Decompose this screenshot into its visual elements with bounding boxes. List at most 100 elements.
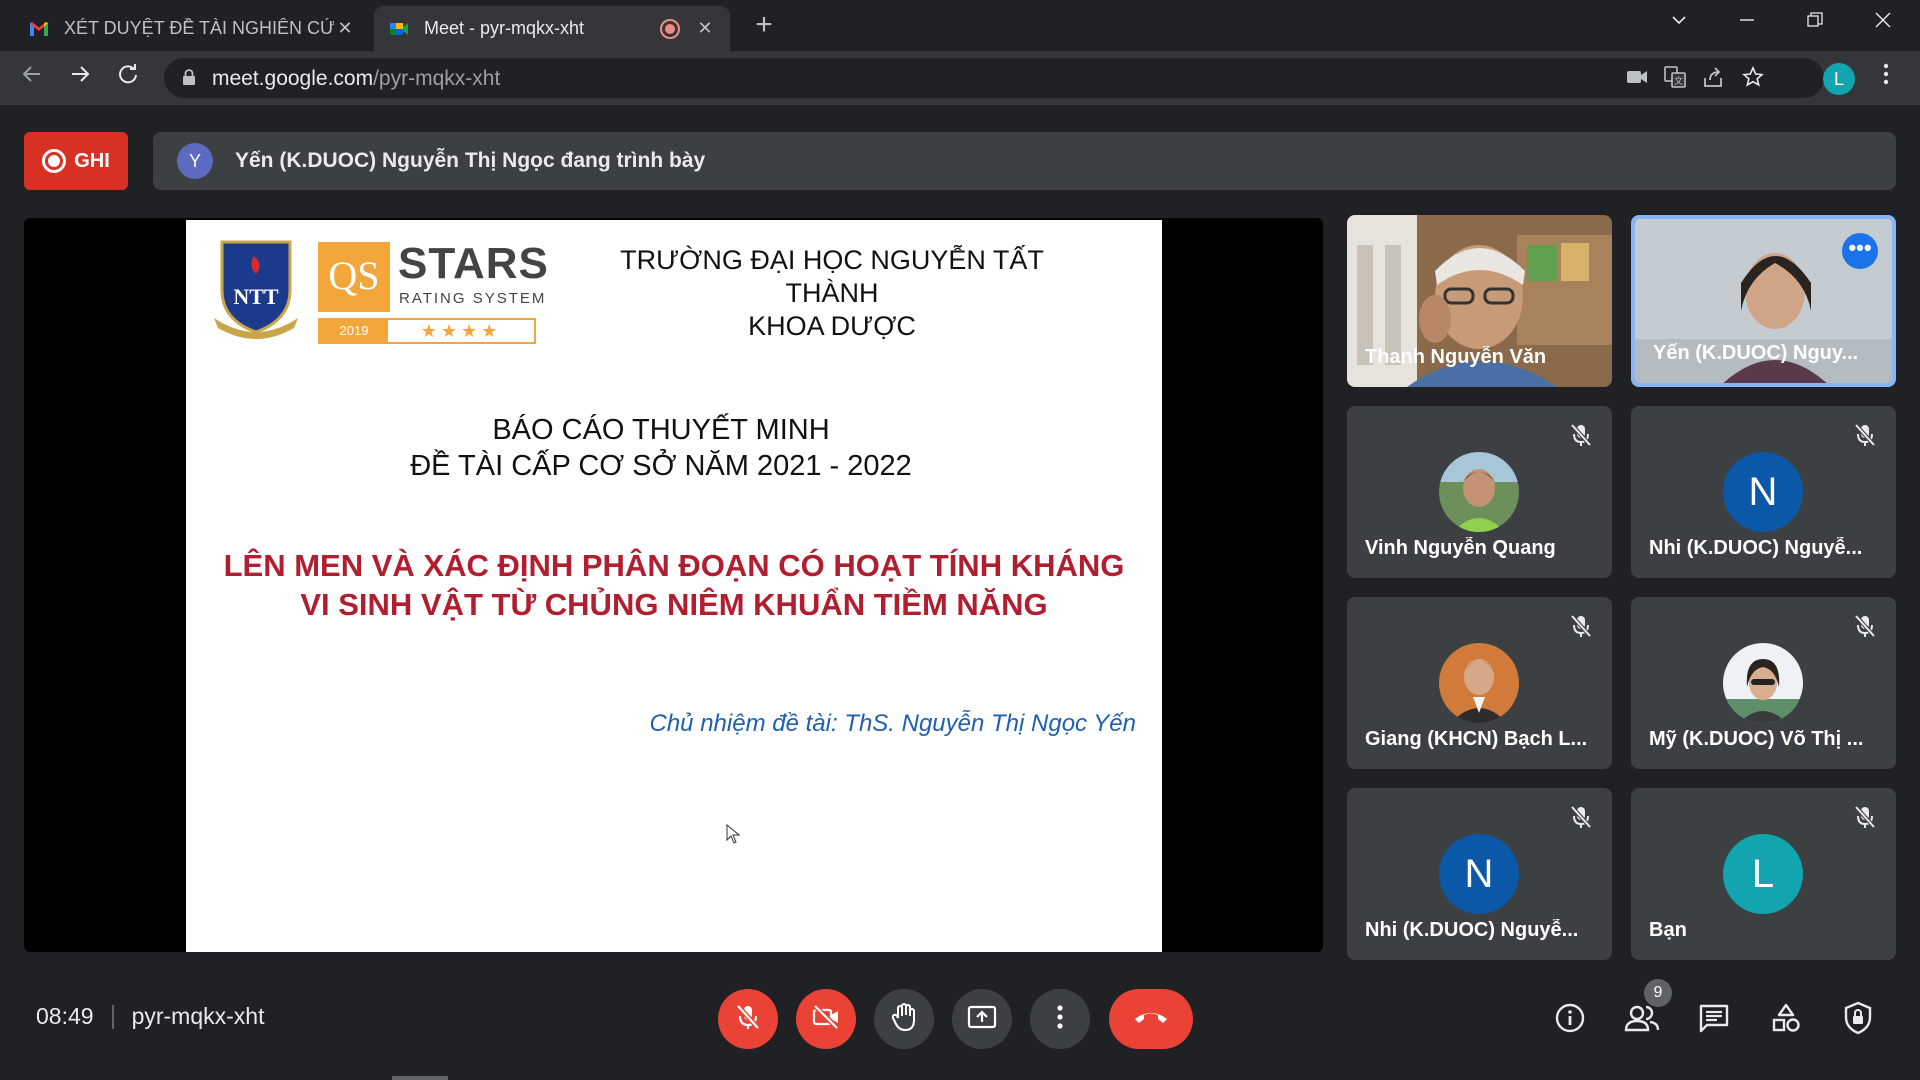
- participant-tile[interactable]: Mỹ (K.DUOC) Võ Thị ...: [1631, 597, 1896, 769]
- meet-icon: [388, 18, 410, 40]
- participant-name: Nhi (K.DUOC) Nguyễ...: [1649, 537, 1863, 559]
- participant-avatar: [1439, 452, 1519, 532]
- participant-name: Bạn: [1649, 919, 1687, 941]
- forward-icon[interactable]: [62, 60, 98, 96]
- present-screen-icon: [967, 1004, 997, 1035]
- chat-button[interactable]: [1694, 1000, 1734, 1040]
- meeting-code: pyr-mqkx-xht: [131, 1003, 265, 1029]
- camera-in-use-icon[interactable]: [1624, 66, 1650, 92]
- back-icon[interactable]: [14, 60, 50, 96]
- camera-off-icon: [811, 1003, 841, 1036]
- participant-name: Thanh Nguyễn Văn: [1365, 346, 1547, 368]
- qs-rating-bar: 2019 ★★★★: [318, 318, 536, 344]
- participant-avatar: L: [1723, 834, 1803, 914]
- address-bar[interactable]: meet.google.com/pyr-mqkx-xht 文: [164, 58, 1824, 98]
- participant-tile[interactable]: Vinh Nguyễn Quang: [1347, 406, 1612, 578]
- people-icon: [1624, 1004, 1660, 1037]
- minimize-icon[interactable]: [1714, 0, 1780, 46]
- translate-icon[interactable]: 文: [1662, 66, 1688, 92]
- present-now-button[interactable]: [952, 989, 1012, 1049]
- mic-off-icon: [734, 1003, 762, 1036]
- profile-avatar[interactable]: L: [1823, 63, 1855, 95]
- topic-line-2: VI SINH VẬT TỪ CHỦNG NIÊM KHUẨN TIỀM NĂN…: [300, 587, 1048, 622]
- meeting-time: 08:49: [36, 1003, 94, 1029]
- qs-logo: QS: [318, 242, 390, 312]
- meeting-info: 08:49 pyr-mqkx-xht: [36, 1003, 264, 1030]
- more-options-button[interactable]: [1030, 989, 1090, 1049]
- bookmark-star-icon[interactable]: [1740, 66, 1766, 92]
- hang-up-icon: [1133, 1009, 1169, 1030]
- participant-avatar: N: [1723, 452, 1803, 532]
- participant-tile[interactable]: Giang (KHCN) Bạch L...: [1347, 597, 1612, 769]
- activities-button[interactable]: [1766, 1000, 1806, 1040]
- info-icon: [1554, 1002, 1586, 1039]
- activities-shapes-icon: [1770, 1002, 1802, 1039]
- chrome-menu-icon[interactable]: [1872, 63, 1900, 95]
- mic-off-icon: [1852, 804, 1878, 830]
- school-header: TRƯỜNG ĐẠI HỌC NGUYỄN TẤT THÀNH KHOA DƯỢ…: [572, 244, 1092, 343]
- mic-off-icon: [1568, 804, 1594, 830]
- share-icon[interactable]: [1700, 66, 1726, 92]
- presentation-slide: NTT QS STARS RATING SYSTEM 2019 ★★★★ TRƯ…: [186, 220, 1162, 952]
- more-options-icon[interactable]: •••: [1842, 233, 1878, 269]
- recording-indicator-icon: [660, 18, 680, 39]
- recording-label: GHI: [74, 149, 110, 172]
- browser-toolbar: meet.google.com/pyr-mqkx-xht 文 L: [0, 51, 1920, 105]
- svg-text:NTT: NTT: [233, 284, 279, 309]
- window-close-icon[interactable]: [1850, 0, 1916, 46]
- mouse-cursor-icon: [726, 823, 741, 844]
- participant-tile[interactable]: N Nhi (K.DUOC) Nguyễ...: [1631, 406, 1896, 578]
- presenter-avatar: Y: [177, 143, 213, 179]
- people-button[interactable]: [1622, 1000, 1662, 1040]
- mic-off-icon: [1568, 422, 1594, 448]
- meeting-details-button[interactable]: [1550, 1000, 1590, 1040]
- participant-tile-self[interactable]: L Bạn: [1631, 788, 1896, 960]
- tab-gmail[interactable]: XÉT DUYỆT ĐỀ TÀI NGHIÊN CỨU ✕: [14, 6, 370, 51]
- participant-tile[interactable]: Thanh Nguyễn Văn: [1347, 215, 1612, 387]
- gmail-icon: [28, 18, 50, 40]
- school-name: TRƯỜNG ĐẠI HỌC NGUYỄN TẤT THÀNH: [620, 245, 1044, 308]
- participant-tile-active[interactable]: ••• Yến (K.DUOC) Nguy...: [1631, 215, 1896, 387]
- university-logo: NTT: [212, 234, 300, 342]
- participant-avatar: [1439, 643, 1519, 723]
- tab-search-icon[interactable]: [1646, 0, 1712, 46]
- qs-star-rating: ★★★★: [420, 321, 502, 341]
- participant-name: Nhi (K.DUOC) Nguyễ...: [1365, 919, 1579, 941]
- participant-name: Mỹ (K.DUOC) Võ Thị ...: [1649, 728, 1864, 750]
- reload-icon[interactable]: [110, 60, 146, 96]
- tab-close-icon[interactable]: ✕: [694, 18, 716, 39]
- leave-call-button[interactable]: [1109, 989, 1193, 1049]
- report-line-1: BÁO CÁO THUYẾT MINH: [492, 414, 830, 446]
- microphone-toggle-button[interactable]: [718, 989, 778, 1049]
- camera-toggle-button[interactable]: [796, 989, 856, 1049]
- url-text: meet.google.com/pyr-mqkx-xht: [212, 67, 501, 90]
- scroll-indicator: [392, 1076, 448, 1080]
- report-line-2: ĐỀ TÀI CẤP CƠ SỞ NĂM 2021 - 2022: [410, 450, 912, 482]
- tab-title: XÉT DUYỆT ĐỀ TÀI NGHIÊN CỨU: [64, 18, 334, 38]
- qs-rating-subtitle: RATING SYSTEM: [399, 290, 547, 307]
- participant-name: Giang (KHCN) Bạch L...: [1365, 728, 1588, 750]
- participant-name: Vinh Nguyễn Quang: [1365, 537, 1556, 559]
- recording-button[interactable]: GHI: [24, 132, 128, 190]
- participant-name: Yến (K.DUOC) Nguy...: [1653, 342, 1859, 364]
- svg-text:文: 文: [1674, 75, 1683, 87]
- participant-tile[interactable]: N Nhi (K.DUOC) Nguyễ...: [1347, 788, 1612, 960]
- presentation-stage[interactable]: NTT QS STARS RATING SYSTEM 2019 ★★★★ TRƯ…: [24, 218, 1323, 952]
- faculty-name: KHOA DƯỢC: [748, 311, 916, 341]
- project-leader: Chủ nhiệm đề tài: ThS. Nguyễn Thị Ngọc Y…: [649, 710, 1137, 737]
- new-tab-button[interactable]: +: [746, 8, 782, 44]
- raise-hand-button[interactable]: [874, 989, 934, 1049]
- mic-off-icon: [1568, 613, 1594, 639]
- more-vert-icon: [1057, 1004, 1063, 1034]
- presenting-text: Yến (K.DUOC) Nguyễn Thị Ngọc đang trình …: [235, 149, 706, 172]
- chat-icon: [1698, 1003, 1730, 1038]
- restore-icon[interactable]: [1782, 0, 1848, 46]
- tab-meet[interactable]: Meet - pyr-mqkx-xht ✕: [374, 6, 730, 51]
- lock-icon[interactable]: [182, 69, 196, 85]
- topic-title: LÊN MEN VÀ XÁC ĐỊNH PHÂN ĐOẠN CÓ HOẠT TÍ…: [196, 546, 1152, 624]
- tab-close-icon[interactable]: ✕: [334, 18, 356, 39]
- topic-line-1: LÊN MEN VÀ XÁC ĐỊNH PHÂN ĐOẠN CÓ HOẠT TÍ…: [223, 548, 1125, 583]
- divider: [111, 1004, 114, 1029]
- host-controls-button[interactable]: [1838, 1000, 1878, 1040]
- participant-avatar: N: [1439, 834, 1519, 914]
